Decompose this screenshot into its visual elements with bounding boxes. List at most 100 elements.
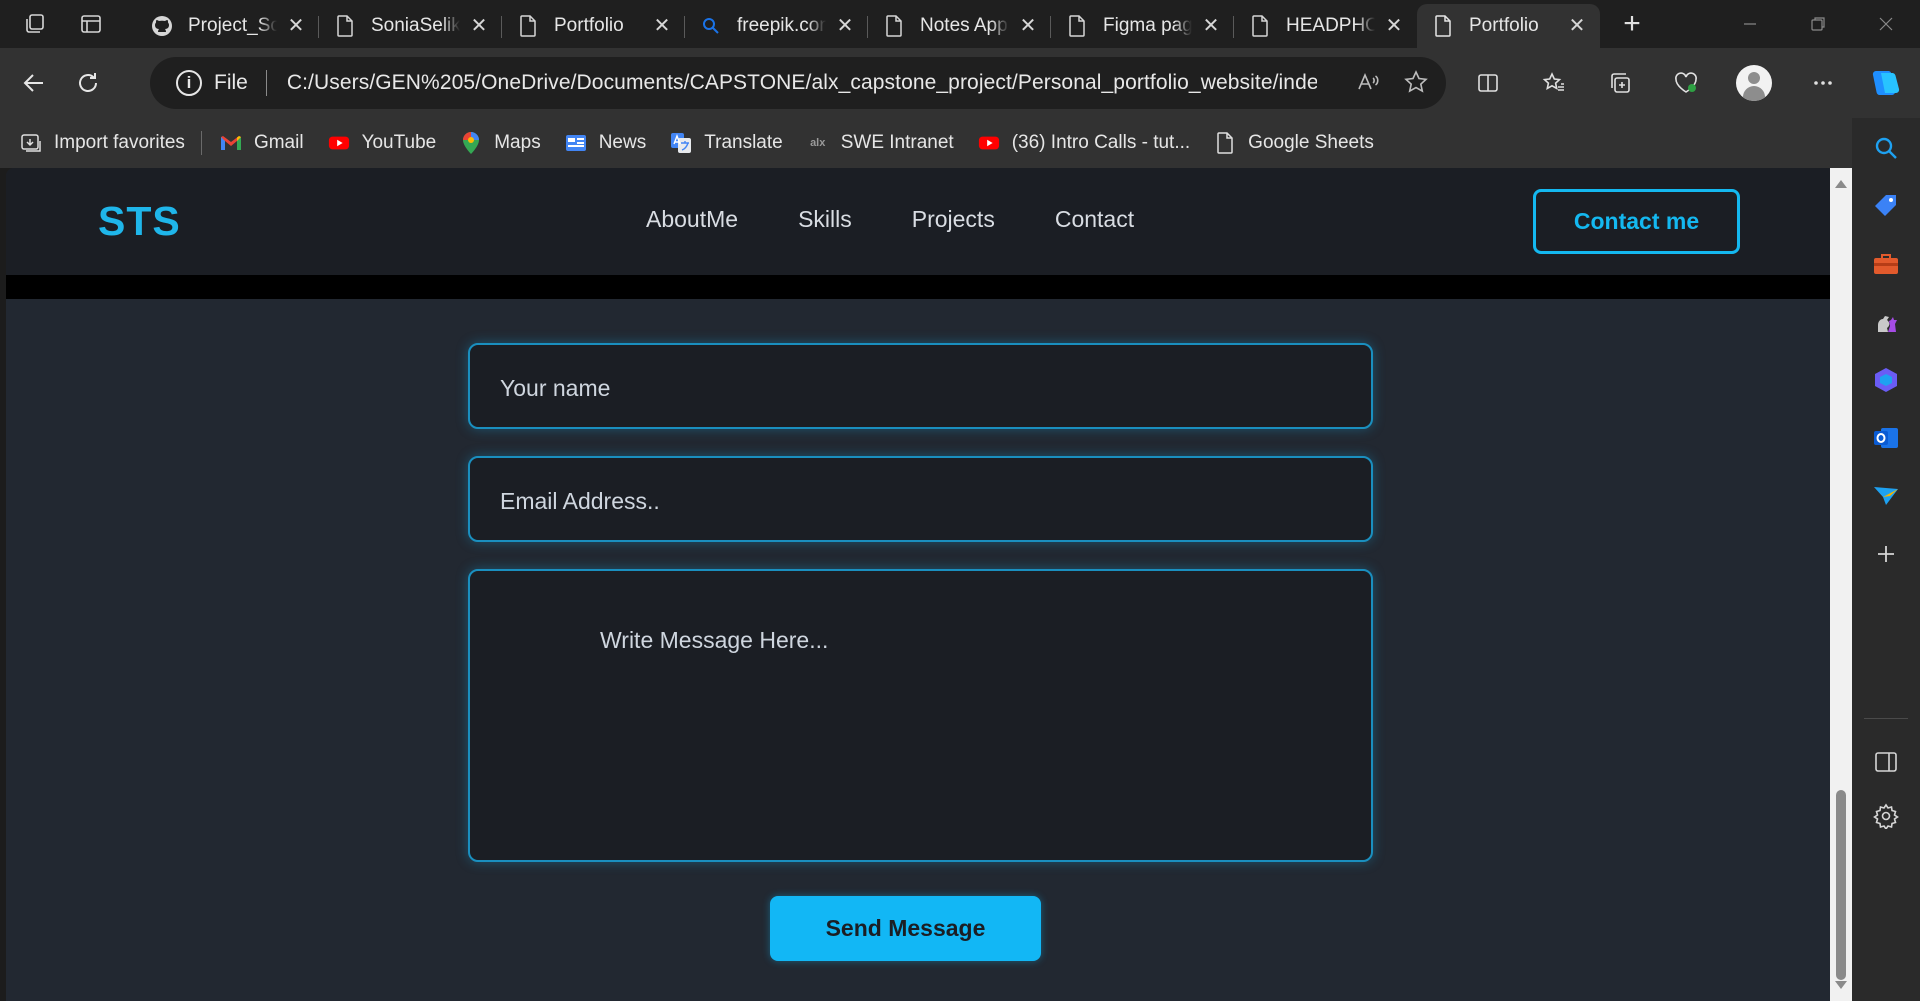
close-icon[interactable]: ✕ — [1564, 13, 1590, 39]
tab-portfolio-1[interactable]: Portfolio ✕ — [501, 7, 685, 45]
window-controls — [1716, 0, 1920, 48]
outlook-icon[interactable] — [1870, 422, 1902, 454]
edge-sidebar — [1852, 118, 1920, 1001]
alx-icon: alx — [810, 137, 826, 149]
close-icon[interactable]: ✕ — [283, 13, 309, 39]
close-window-icon[interactable] — [1852, 0, 1920, 48]
favorites-icon[interactable] — [1533, 62, 1575, 104]
scroll-down-arrow-icon[interactable] — [1835, 981, 1847, 989]
close-icon[interactable]: ✕ — [649, 13, 675, 39]
youtube-icon — [978, 132, 1000, 154]
browser-essentials-icon[interactable] — [1665, 62, 1707, 104]
import-icon — [20, 132, 42, 154]
search-icon[interactable] — [1870, 132, 1902, 164]
more-options-icon[interactable] — [1802, 62, 1844, 104]
favorite-star-icon[interactable] — [1404, 70, 1428, 100]
header-divider-strip — [6, 275, 1830, 299]
nav-link-skills[interactable]: Skills — [798, 206, 852, 233]
bookmark-intro-calls[interactable]: (36) Intro Calls - tut... — [978, 132, 1190, 154]
nav-link-projects[interactable]: Projects — [912, 206, 995, 233]
bookmark-label: News — [598, 132, 647, 153]
tab-freepik[interactable]: freepik.com ✕ — [684, 7, 868, 45]
github-icon — [150, 14, 174, 38]
scheme-label: File — [214, 71, 248, 94]
tab-label: Project_Sonia — [188, 15, 277, 36]
back-icon[interactable] — [14, 63, 54, 103]
info-icon[interactable]: i — [176, 70, 202, 96]
address-bar[interactable]: i File C:/Users/GEN%205/OneDrive/Documen… — [150, 57, 1446, 109]
send-message-button[interactable]: Send Message — [770, 896, 1041, 961]
nav-link-contact[interactable]: Contact — [1055, 206, 1134, 233]
workspaces-icon[interactable] — [24, 13, 46, 35]
tab-project-sonia[interactable]: Project_Sonia ✕ — [136, 7, 319, 45]
tab-label: SoniaSelikem — [371, 15, 460, 36]
bookmark-swe-intranet[interactable]: alx SWE Intranet — [807, 132, 954, 154]
page-scrollbar[interactable] — [1830, 168, 1852, 1001]
page-viewport: STS AboutMe Skills Projects Contact Cont… — [6, 168, 1830, 1001]
bookmark-label: Translate — [704, 132, 783, 153]
games-icon[interactable] — [1870, 306, 1902, 338]
sidebar-panel-icon[interactable] — [1870, 746, 1902, 778]
close-icon[interactable]: ✕ — [832, 13, 858, 39]
tab-label: Portfolio — [1469, 15, 1539, 36]
copilot-icon[interactable] — [1864, 62, 1906, 104]
page-icon — [516, 14, 540, 38]
translate-icon — [670, 132, 692, 154]
reload-icon[interactable] — [68, 63, 108, 103]
send-drop-icon[interactable] — [1870, 480, 1902, 512]
url-text[interactable]: C:/Users/GEN%205/OneDrive/Documents/CAPS… — [287, 71, 1317, 95]
bookmark-translate[interactable]: Translate — [670, 132, 783, 154]
bookmark-news[interactable]: News — [565, 132, 647, 154]
tab-figma-page[interactable]: Figma page ✕ — [1050, 7, 1234, 45]
tab-label: freepik.com — [737, 15, 826, 36]
close-icon[interactable]: ✕ — [1015, 13, 1041, 39]
tab-strip-actions — [0, 13, 136, 35]
close-icon[interactable]: ✕ — [1381, 13, 1407, 39]
restore-icon[interactable] — [1784, 0, 1852, 48]
tab-label: HEADPHONE — [1286, 15, 1375, 36]
bookmark-label: Gmail — [253, 132, 304, 153]
add-icon[interactable] — [1870, 538, 1902, 570]
scroll-up-arrow-icon[interactable] — [1835, 180, 1847, 188]
copilot-sidebar-icon[interactable] — [1870, 364, 1902, 396]
bookmark-youtube[interactable]: YouTube — [328, 132, 436, 154]
close-icon[interactable]: ✕ — [466, 13, 492, 39]
site-header: STS AboutMe Skills Projects Contact Cont… — [6, 168, 1830, 275]
shopping-tag-icon[interactable] — [1870, 190, 1902, 222]
page-icon — [1431, 14, 1455, 38]
tools-briefcase-icon[interactable] — [1870, 248, 1902, 280]
new-tab-button[interactable]: + — [1612, 4, 1652, 44]
email-input[interactable]: Email Address.. — [468, 456, 1373, 542]
site-nav: AboutMe Skills Projects Contact — [646, 206, 1194, 233]
contact-me-button[interactable]: Contact me — [1533, 189, 1740, 254]
close-icon[interactable]: ✕ — [1198, 13, 1224, 39]
tab-portfolio-active[interactable]: Portfolio ✕ — [1417, 4, 1600, 48]
read-aloud-icon[interactable] — [1356, 70, 1380, 100]
vertical-tabs-icon[interactable] — [80, 13, 102, 35]
nav-link-aboutme[interactable]: AboutMe — [646, 206, 738, 233]
tab-soniaselikem[interactable]: SoniaSelikem ✕ — [318, 7, 502, 45]
bookmark-divider — [200, 131, 202, 155]
tab-label: Portfolio — [554, 15, 624, 36]
bookmark-gmail[interactable]: Gmail — [220, 132, 304, 154]
bookmark-google-sheets[interactable]: Google Sheets — [1214, 132, 1374, 154]
settings-gear-icon[interactable] — [1870, 800, 1902, 832]
name-input[interactable]: Your name — [468, 343, 1373, 429]
bookmark-maps[interactable]: Maps — [460, 132, 541, 154]
minimize-icon[interactable] — [1716, 0, 1784, 48]
tab-headphone[interactable]: HEADPHONE ✕ — [1233, 7, 1417, 45]
bookmark-label: (36) Intro Calls - tut... — [1011, 132, 1191, 153]
message-textarea[interactable]: Write Message Here... — [468, 569, 1373, 862]
tab-notes-app[interactable]: Notes App ✕ — [867, 7, 1051, 45]
collections-icon[interactable] — [1599, 62, 1641, 104]
youtube-icon — [328, 132, 350, 154]
bookmark-label: SWE Intranet — [840, 132, 954, 153]
scrollbar-thumb[interactable] — [1836, 790, 1846, 980]
profile-avatar[interactable] — [1733, 62, 1775, 104]
bookmark-import-favorites[interactable]: Import favorites — [20, 132, 185, 154]
site-logo[interactable]: STS — [98, 198, 181, 245]
search-icon — [699, 14, 723, 38]
page-icon — [333, 14, 357, 38]
split-screen-icon[interactable] — [1467, 62, 1509, 104]
bookmarks-bar: Import favorites Gmail YouTube Maps News… — [0, 118, 1920, 168]
